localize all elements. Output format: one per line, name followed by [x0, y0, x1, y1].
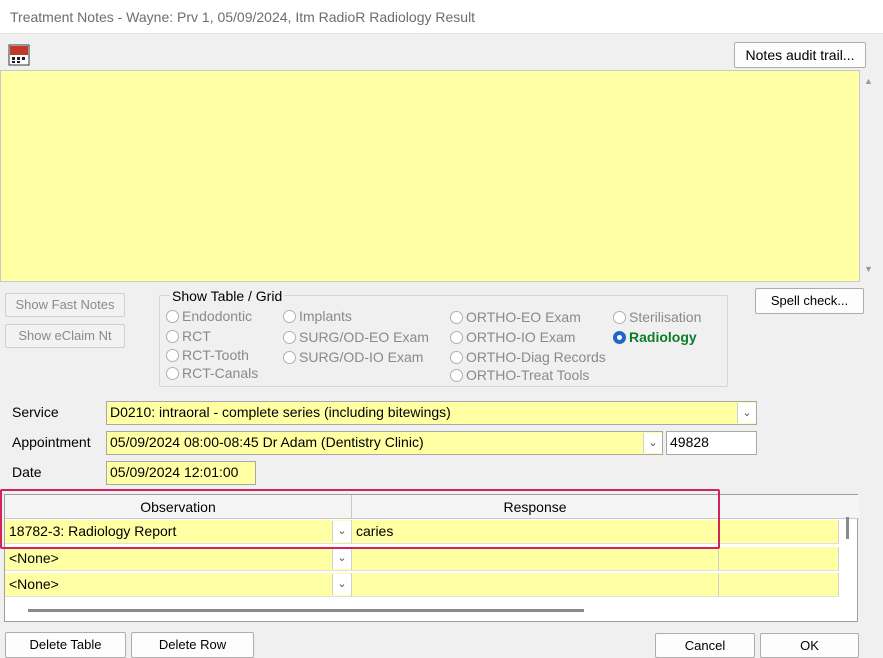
show-eclaim-notes-button[interactable]: Show eClaim Nt: [5, 324, 125, 348]
appointment-select[interactable]: 05/09/2024 08:00-08:45 Dr Adam (Dentistr…: [106, 431, 663, 455]
radio-circle-icon: [166, 349, 179, 362]
radio-rct-tooth[interactable]: RCT-Tooth: [166, 347, 249, 363]
radio-circle-icon: [166, 310, 179, 323]
response-cell[interactable]: [352, 573, 719, 597]
radio-circle-icon: [283, 310, 296, 323]
radio-surg-od-io-exam[interactable]: SURG/OD-IO Exam: [283, 349, 423, 365]
extra-cell: [719, 520, 839, 544]
date-label: Date: [12, 464, 42, 480]
radio-sterilisation[interactable]: Sterilisation: [613, 309, 701, 325]
extra-cell: [719, 573, 839, 597]
cancel-button[interactable]: Cancel: [655, 633, 755, 658]
chevron-down-icon[interactable]: ⌄: [643, 433, 662, 453]
highlight-box: [0, 489, 720, 549]
delete-row-button[interactable]: Delete Row: [131, 632, 254, 658]
radio-circle-icon: [283, 331, 296, 344]
radio-ortho-diag-records[interactable]: ORTHO-Diag Records: [450, 349, 606, 365]
radio-implants[interactable]: Implants: [283, 308, 352, 324]
radio-rct[interactable]: RCT: [166, 328, 211, 344]
response-cell[interactable]: [352, 547, 719, 571]
appointment-value: 05/09/2024 08:00-08:45 Dr Adam (Dentistr…: [110, 434, 424, 450]
radio-rct-canals[interactable]: RCT-Canals: [166, 365, 258, 381]
radio-ortho-io-exam[interactable]: ORTHO-IO Exam: [450, 329, 575, 345]
radio-ortho-eo-exam[interactable]: ORTHO-EO Exam: [450, 309, 581, 325]
radio-circle-icon: [450, 311, 463, 324]
grid-horizontal-scrollbar[interactable]: [28, 609, 584, 612]
delete-table-button[interactable]: Delete Table: [5, 632, 126, 658]
scroll-up-arrow-icon[interactable]: ▲: [864, 76, 873, 86]
radio-circle-icon: [450, 369, 463, 382]
show-fast-notes-button[interactable]: Show Fast Notes: [5, 293, 125, 317]
notes-audit-trail-button[interactable]: Notes audit trail...: [734, 42, 866, 68]
appointment-id-field[interactable]: 49828: [666, 431, 757, 455]
service-value: D0210: intraoral - complete series (incl…: [110, 404, 451, 420]
date-stamp-icon[interactable]: [8, 44, 30, 66]
appointment-label: Appointment: [12, 434, 91, 450]
service-label: Service: [12, 404, 59, 420]
chevron-down-icon[interactable]: ⌄: [332, 548, 351, 569]
radio-circle-icon: [450, 351, 463, 364]
ok-button[interactable]: OK: [760, 633, 859, 658]
radio-surg-od-eo-exam[interactable]: SURG/OD-EO Exam: [283, 329, 429, 345]
window-title: Treatment Notes - Wayne: Prv 1, 05/09/20…: [10, 9, 476, 25]
radio-circle-icon: [166, 330, 179, 343]
extra-cell: [719, 547, 839, 571]
radio-circle-icon: [283, 351, 296, 364]
radio-endodontic[interactable]: Endodontic: [166, 308, 252, 324]
notes-textarea[interactable]: [0, 70, 860, 282]
service-select[interactable]: D0210: intraoral - complete series (incl…: [106, 401, 757, 425]
spell-check-button[interactable]: Spell check...: [755, 288, 864, 314]
observation-cell[interactable]: <None> ⌄: [5, 573, 352, 597]
chevron-down-icon[interactable]: ⌄: [332, 574, 351, 595]
date-field[interactable]: 05/09/2024 12:01:00: [106, 461, 256, 485]
radio-ortho-treat-tools[interactable]: ORTHO-Treat Tools: [450, 367, 589, 383]
chevron-down-icon[interactable]: ⌄: [737, 403, 756, 423]
header-empty: [719, 495, 859, 519]
radio-circle-icon: [450, 331, 463, 344]
radio-circle-icon: [166, 367, 179, 380]
radio-circle-icon: [613, 311, 626, 324]
grid-vertical-scrollbar[interactable]: [846, 517, 849, 539]
observation-cell[interactable]: <None> ⌄: [5, 547, 352, 571]
scroll-down-arrow-icon[interactable]: ▼: [864, 264, 873, 274]
title-bar: Treatment Notes - Wayne: Prv 1, 05/09/20…: [0, 0, 883, 34]
radio-selected-icon: [613, 331, 626, 344]
show-table-title: Show Table / Grid: [170, 288, 285, 304]
notes-scrollbar[interactable]: ▲ ▼: [860, 70, 878, 282]
radio-radiology[interactable]: Radiology: [613, 329, 697, 345]
